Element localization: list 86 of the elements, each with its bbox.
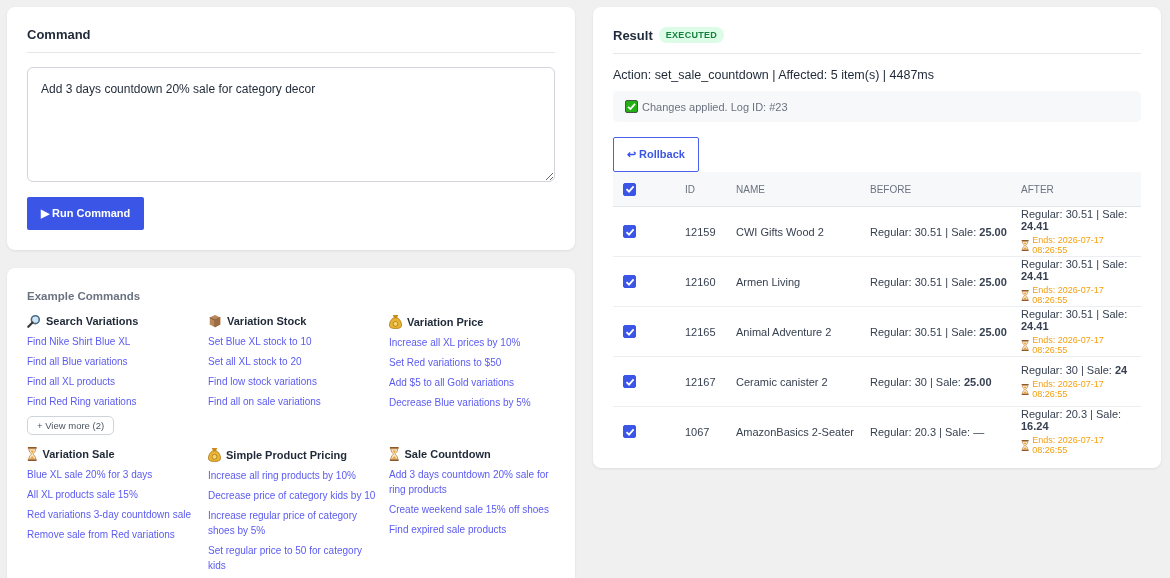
checkbox[interactable] (623, 325, 636, 339)
view-more-button[interactable]: + View more (2) (27, 416, 115, 435)
example-link[interactable]: Increase all ring products by 10% (208, 468, 388, 483)
sale-end-time: Ends: 2026-07-17 08:26:55 (1032, 335, 1105, 355)
group-title: Variation Price (407, 315, 484, 328)
table-cell: Ceramic canister 2 (736, 375, 828, 388)
table-cell: CWI Gifts Wood 2 (736, 225, 824, 238)
group-title: Sale Countdown (404, 448, 491, 460)
sale-end-time: Ends: 2026-07-17 08:26:55 (1032, 379, 1105, 399)
example-link[interactable]: Blue XL sale 20% for 3 days (27, 467, 207, 482)
column-header: BEFORE (870, 183, 912, 195)
example-link[interactable]: Find expired sale products (389, 522, 569, 537)
money-bag-icon (208, 447, 221, 462)
group-title: Variation Sale (42, 448, 115, 460)
group-title: Search Variations (46, 315, 139, 327)
hourglass-icon (389, 447, 400, 461)
checkbox[interactable] (623, 425, 636, 439)
table-cell: Regular: 30.51 | Sale: 25.00 (870, 325, 1007, 338)
result-summary: Action: set_sale_countdown | Affected: 5 item(s) | 4487ms (613, 68, 936, 82)
table-cell: Regular: 30.51 | Sale: 25.00 (870, 225, 1007, 238)
card-title: Command (27, 27, 91, 42)
example-link[interactable]: All XL products sale 15% (27, 487, 207, 502)
table-cell: Animal Adventure 2 (736, 325, 832, 338)
table-cell: Regular: 30.51 | Sale: 25.00 (870, 275, 1007, 288)
table-cell: 12159 (685, 225, 716, 238)
example-link[interactable]: Set Blue XL stock to 10 (208, 334, 388, 349)
example-link[interactable]: Set Red variations to $50 (389, 355, 569, 370)
column-header: ID (685, 183, 695, 195)
example-link[interactable]: Add $5 to all Gold variations (389, 375, 569, 390)
example-link[interactable]: Find all Blue variations (27, 354, 207, 369)
sale-end-time: Ends: 2026-07-17 08:26:55 (1032, 435, 1105, 455)
example-link[interactable]: Find all on sale variations (208, 394, 388, 409)
card-title: Result (613, 27, 653, 43)
table-cell: AmazonBasics 2-Seater (736, 425, 854, 438)
table-cell-text: Regular: 30 | Sale: 24 (1021, 364, 1129, 376)
example-link[interactable]: Set all XL stock to 20 (208, 354, 388, 369)
hourglass-icon (1021, 239, 1030, 251)
example-link[interactable]: Add 3 days countdown 20% sale for ring products (389, 467, 569, 497)
example-link[interactable]: Find Nike Shirt Blue XL (27, 334, 207, 349)
example-link[interactable]: Increase all XL prices by 10% (389, 335, 569, 350)
column-header: NAME (736, 183, 765, 195)
status-badge: EXECUTED (658, 27, 725, 43)
table-cell: 12165 (685, 325, 716, 338)
checkbox[interactable] (623, 275, 636, 289)
table-cell: Armen Living (736, 275, 801, 288)
checkbox[interactable] (623, 375, 636, 389)
run-command-button[interactable]: ▶ Run Command (27, 197, 145, 230)
table-cell-text: Regular: 30.51 | Sale: 24.41 (1021, 208, 1129, 232)
hourglass-icon (1021, 383, 1030, 395)
table-cell-text: Regular: 20.3 | Sale: 16.24 (1021, 408, 1123, 432)
example-link[interactable]: Red variations 3-day countdown sale (27, 507, 207, 522)
rollback-button[interactable]: ↩ Rollback (613, 137, 699, 172)
example-link[interactable]: Find all XL products (27, 374, 207, 389)
checkbox[interactable] (623, 225, 636, 239)
group-title: Simple Product Pricing (226, 448, 348, 461)
table-cell: Regular: 30 | Sale: 25.00 (870, 375, 992, 388)
command-input[interactable]: Add 3 days countdown 20% sale for category decor (27, 67, 555, 182)
notice-text: Changes applied. Log ID: #23 (642, 100, 788, 113)
sale-end-time: Ends: 2026-07-17 08:26:55 (1032, 235, 1105, 255)
example-link[interactable]: Create weekend sale 15% off shoes (389, 502, 569, 517)
table-cell-text: Regular: 30.51 | Sale: 24.41 (1021, 258, 1129, 282)
example-link[interactable]: Find low stock variations (208, 374, 388, 389)
example-link[interactable]: Decrease Blue variations by 5% (389, 395, 569, 410)
table-cell: Regular: 20.3 | Sale: — (870, 425, 985, 438)
hourglass-icon (1021, 339, 1030, 351)
hourglass-icon (1021, 289, 1030, 301)
section-title: Example Commands (27, 290, 142, 302)
example-link[interactable]: Find Red Ring variations (27, 394, 207, 409)
check-icon (625, 100, 638, 113)
magnifier-icon (27, 314, 41, 328)
checkbox[interactable] (623, 182, 636, 196)
box-icon (208, 314, 222, 328)
table-cell: 1067 (685, 425, 710, 438)
example-link[interactable]: Set regular price to 50 for category kids (208, 543, 388, 573)
table-cell-text: Regular: 30.51 | Sale: 24.41 (1021, 308, 1129, 332)
example-link[interactable]: Increase regular price of category shoes by 5% (208, 508, 388, 538)
table-cell: 12160 (685, 275, 716, 288)
example-link[interactable]: Decrease price of category kids by 10 (208, 488, 388, 503)
column-header: AFTER (1021, 183, 1054, 195)
hourglass-icon (27, 447, 38, 461)
money-bag-icon (389, 314, 402, 329)
example-link[interactable]: Remove sale from Red variations (27, 527, 207, 542)
group-title: Variation Stock (227, 315, 307, 327)
table-cell: 12167 (685, 375, 716, 388)
hourglass-icon (1021, 439, 1030, 451)
sale-end-time: Ends: 2026-07-17 08:26:55 (1032, 285, 1105, 305)
